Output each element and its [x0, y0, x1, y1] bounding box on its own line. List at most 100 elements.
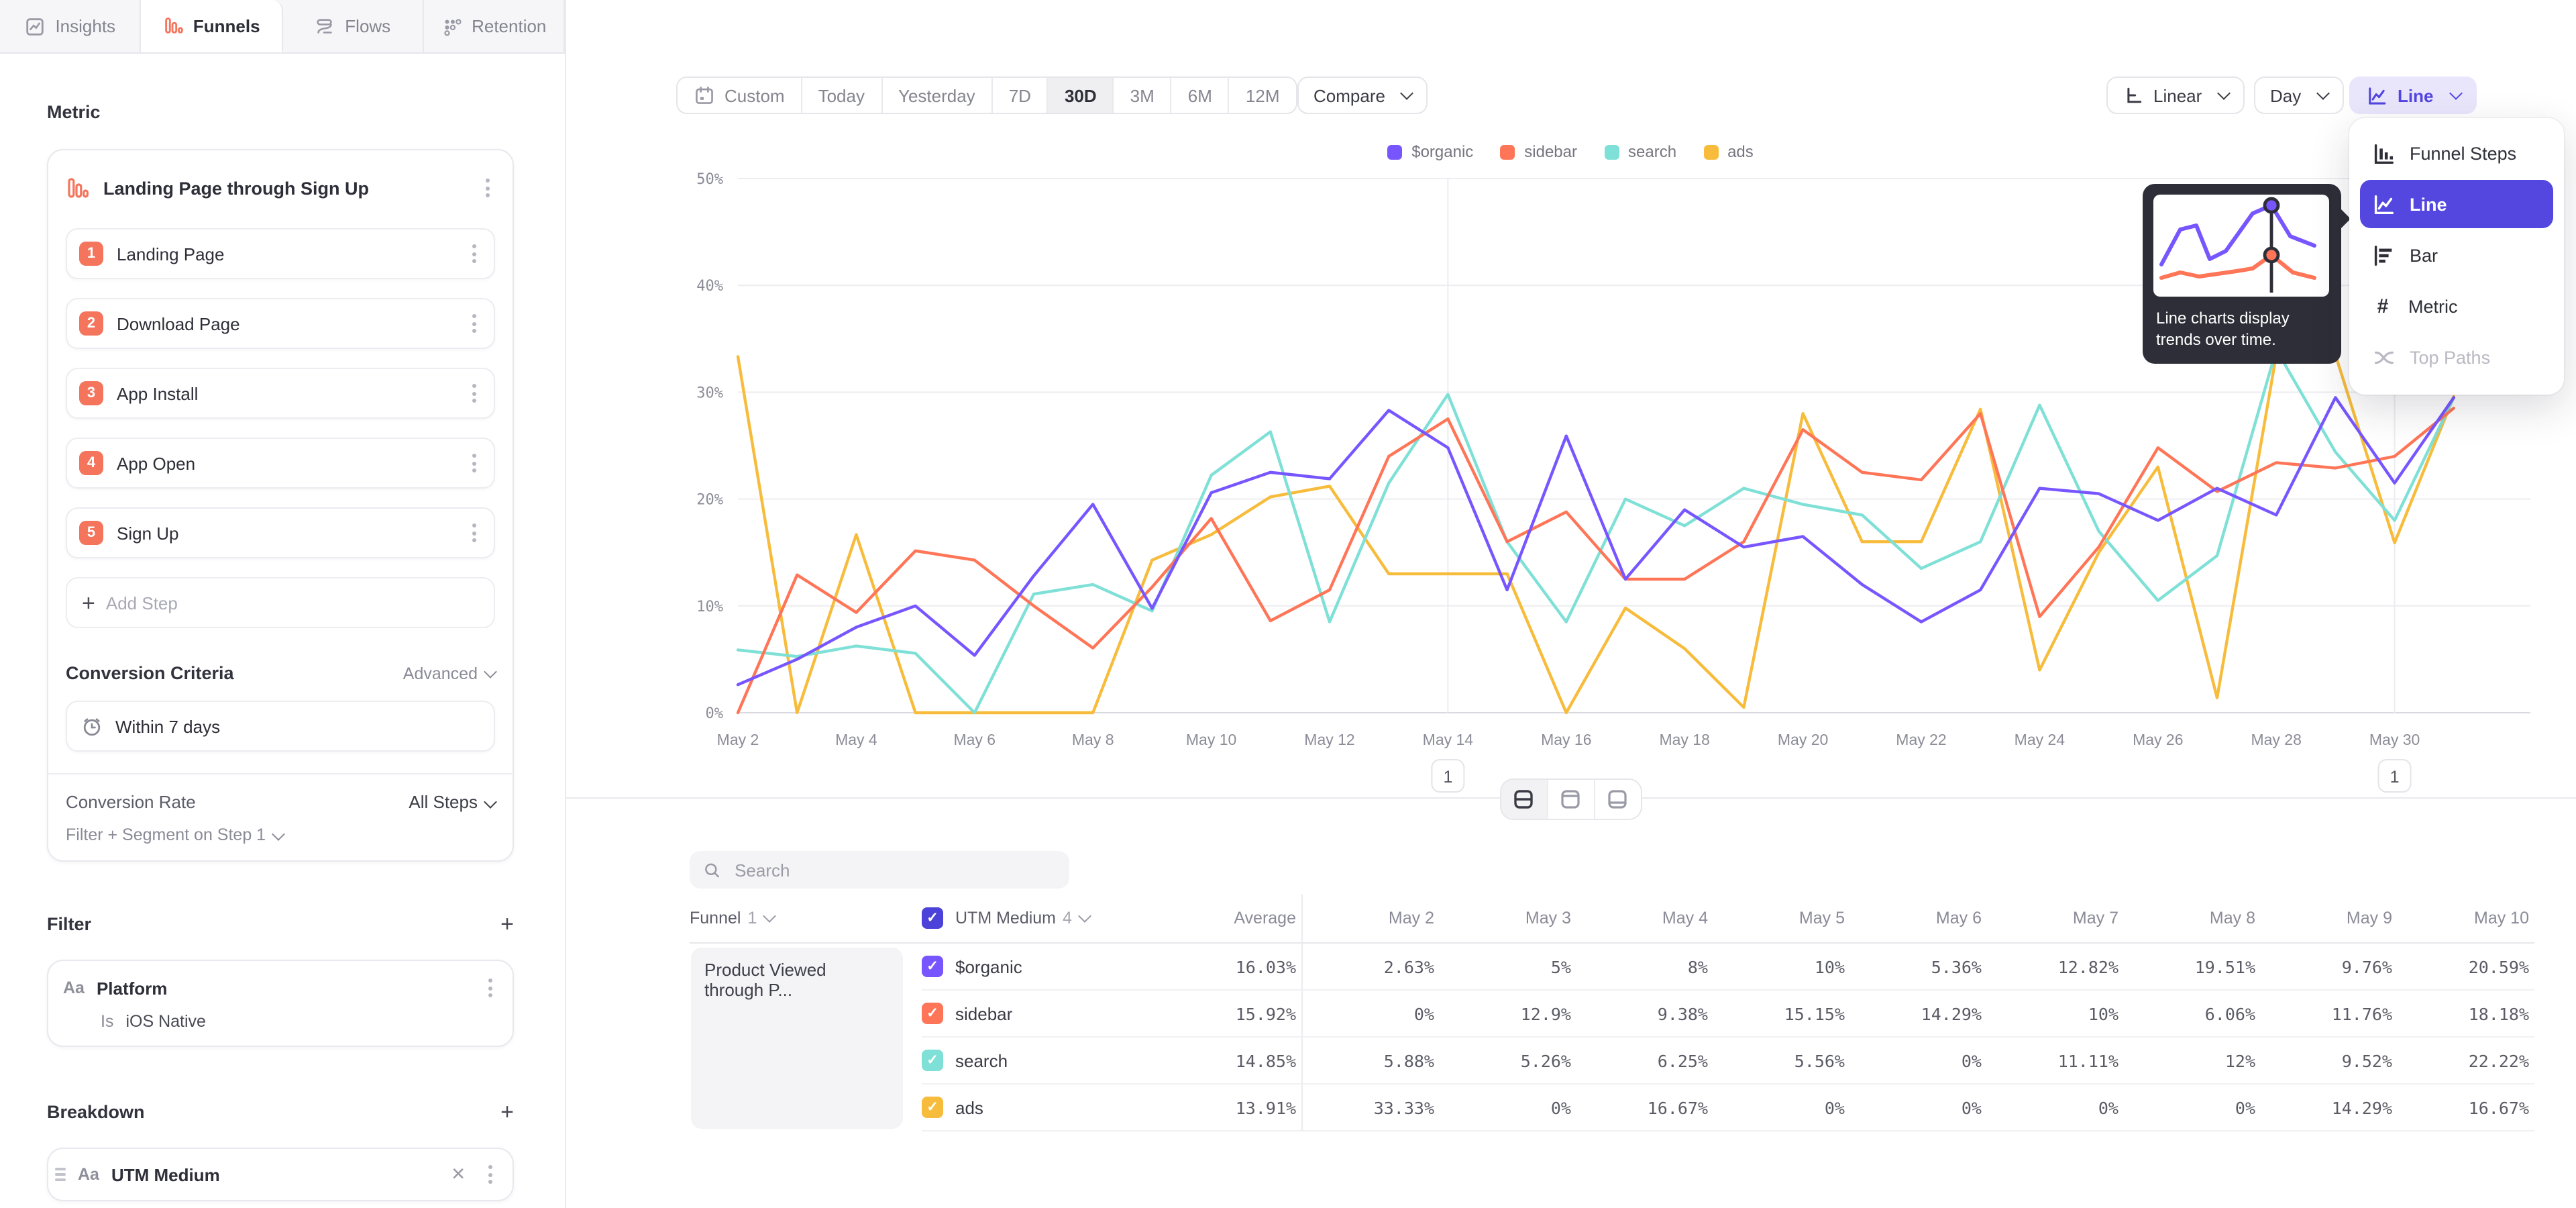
layout-chart-view-button[interactable] — [1548, 780, 1595, 819]
table-header-day[interactable]: May 7 — [1987, 894, 2124, 944]
table-day-value: 9.76% — [2261, 944, 2398, 991]
range-button-custom[interactable]: Custom — [678, 78, 802, 113]
breakdown-card-utm-medium[interactable]: Aa UTM Medium ✕ — [47, 1148, 514, 1201]
funnel-step-row-1[interactable]: 1Landing Page — [66, 228, 495, 279]
step-label: Sign Up — [117, 523, 453, 543]
table-header-day[interactable]: May 10 — [2398, 894, 2534, 944]
range-button-yesterday[interactable]: Yesterday — [882, 78, 993, 113]
compare-button[interactable]: Compare — [1297, 77, 1428, 114]
table-header-day[interactable]: May 4 — [1576, 894, 1713, 944]
funnel-step-row-3[interactable]: 3App Install — [66, 368, 495, 419]
series-name: search — [955, 1050, 1008, 1070]
funnel-step-row-5[interactable]: 5Sign Up — [66, 507, 495, 558]
funnel-menu-kebab-icon[interactable] — [480, 173, 495, 203]
legend-item-search[interactable]: search — [1604, 142, 1676, 161]
table-funnel-name-cell[interactable]: Product Viewed through P... — [691, 948, 903, 1129]
y-axis-label: 50% — [696, 171, 723, 188]
menu-item-funnel-steps[interactable]: Funnel Steps — [2360, 129, 2553, 177]
series-checkbox[interactable]: ✓ — [922, 1003, 943, 1024]
series-name: ads — [955, 1097, 983, 1117]
table-header-funnel[interactable]: Funnel1 — [690, 894, 922, 944]
layout-table-view-button[interactable] — [1595, 780, 1640, 819]
filter-condition[interactable]: Is iOS Native — [101, 1012, 498, 1031]
tab-insights[interactable]: Insights — [0, 0, 142, 52]
conversion-window-button[interactable]: Within 7 days — [66, 701, 495, 752]
table-day-value: 5.36% — [1850, 944, 1987, 991]
step-kebab-icon[interactable] — [467, 309, 482, 338]
table-row-name-ads[interactable]: ✓ ads — [922, 1085, 1152, 1131]
filter-kebab-icon[interactable] — [483, 973, 498, 1003]
step-kebab-icon[interactable] — [467, 448, 482, 478]
clock-icon — [80, 715, 103, 738]
chart-type-dropdown[interactable]: Line — [2349, 77, 2476, 114]
legend-item-organic[interactable]: $organic — [1387, 142, 1473, 161]
menu-item-metric[interactable]: # Metric — [2360, 282, 2553, 330]
range-button-6m[interactable]: 6M — [1172, 78, 1230, 113]
table-row-name-organic[interactable]: ✓$organic — [922, 944, 1152, 991]
range-button-today[interactable]: Today — [802, 78, 882, 113]
all-steps-dropdown[interactable]: All Steps — [409, 792, 495, 812]
table-header-day[interactable]: May 6 — [1850, 894, 1987, 944]
svg-text:1: 1 — [1443, 768, 1452, 787]
step-kebab-icon[interactable] — [467, 239, 482, 268]
filter-segment-dropdown[interactable]: Filter + Segment on Step 1 — [66, 825, 495, 847]
x-axis-label: May 22 — [1896, 731, 1946, 748]
series-checkbox[interactable]: ✓ — [922, 1050, 943, 1071]
tab-flows[interactable]: Flows — [282, 0, 424, 52]
series-name: sidebar — [955, 1003, 1012, 1023]
granularity-dropdown[interactable]: Day — [2254, 77, 2344, 114]
chevron-down-icon — [272, 827, 285, 841]
add-step-button[interactable]: + Add Step — [66, 577, 495, 628]
x-axis-label: May 18 — [1659, 731, 1709, 748]
select-all-checkbox[interactable]: ✓ — [922, 907, 943, 929]
scale-dropdown[interactable]: Linear — [2106, 77, 2245, 114]
funnel-metric-header[interactable]: Landing Page through Sign Up — [66, 166, 495, 209]
table-row-name-sidebar[interactable]: ✓ sidebar — [922, 991, 1152, 1038]
series-checkbox[interactable]: ✓ — [922, 956, 943, 977]
table-header-day[interactable]: May 5 — [1713, 894, 1850, 944]
funnel-step-row-4[interactable]: 4App Open — [66, 438, 495, 489]
search-input[interactable] — [732, 858, 1056, 881]
menu-item-line[interactable]: Line — [2360, 180, 2553, 228]
top-paths-icon — [2371, 344, 2396, 370]
series-checkbox[interactable]: ✓ — [922, 1097, 943, 1118]
menu-item-bar[interactable]: Bar — [2360, 231, 2553, 279]
drag-handle-icon[interactable] — [55, 1168, 66, 1181]
breakdown-kebab-icon[interactable] — [483, 1160, 498, 1189]
advanced-toggle[interactable]: Advanced — [403, 664, 495, 683]
legend-item-ads[interactable]: ads — [1703, 142, 1754, 161]
range-button-3m[interactable]: 3M — [1114, 78, 1172, 113]
table-header-day[interactable]: May 9 — [2261, 894, 2398, 944]
x-axis-label: May 2 — [717, 731, 759, 748]
table-average-value: 16.03% — [1152, 944, 1303, 991]
remove-breakdown-icon[interactable]: ✕ — [445, 1161, 471, 1188]
layout-split-view-button[interactable] — [1501, 780, 1548, 819]
range-button-7d[interactable]: 7D — [993, 78, 1049, 113]
step-kebab-icon[interactable] — [467, 379, 482, 408]
table-search — [690, 851, 1069, 889]
table-header-day[interactable]: May 2 — [1303, 894, 1440, 944]
filter-card-platform[interactable]: Aa Platform Is iOS Native — [47, 960, 514, 1047]
add-filter-button[interactable]: + — [500, 913, 514, 936]
table-header-day[interactable]: May 8 — [2124, 894, 2261, 944]
tab-retention[interactable]: Retention — [424, 0, 566, 52]
table-row-name-search[interactable]: ✓ search — [922, 1038, 1152, 1085]
step-kebab-icon[interactable] — [467, 518, 482, 548]
table-day-value: 5% — [1440, 944, 1576, 991]
range-button-12m[interactable]: 12M — [1230, 78, 1296, 113]
range-button-30d[interactable]: 30D — [1049, 78, 1114, 113]
table-header-breakdown[interactable]: ✓UTM Medium4 — [922, 894, 1152, 944]
legend-item-sidebar[interactable]: sidebar — [1500, 142, 1577, 161]
tab-funnels[interactable]: Funnels — [142, 0, 283, 52]
table-header-average[interactable]: Average — [1152, 894, 1303, 944]
funnel-steps-list: 1Landing Page 2Download Page 3App Install 4… — [66, 228, 495, 558]
search-icon — [703, 860, 721, 880]
chart-legend: $organic sidebar search ads — [565, 142, 2576, 161]
legend-label: sidebar — [1524, 142, 1577, 161]
funnel-step-row-2[interactable]: 2Download Page — [66, 298, 495, 349]
add-breakdown-button[interactable]: + — [500, 1101, 514, 1123]
y-axis-label: 20% — [696, 492, 723, 509]
retention-icon — [441, 15, 462, 37]
table-header-day[interactable]: May 3 — [1440, 894, 1576, 944]
table-day-value: 0% — [1987, 1085, 2124, 1131]
